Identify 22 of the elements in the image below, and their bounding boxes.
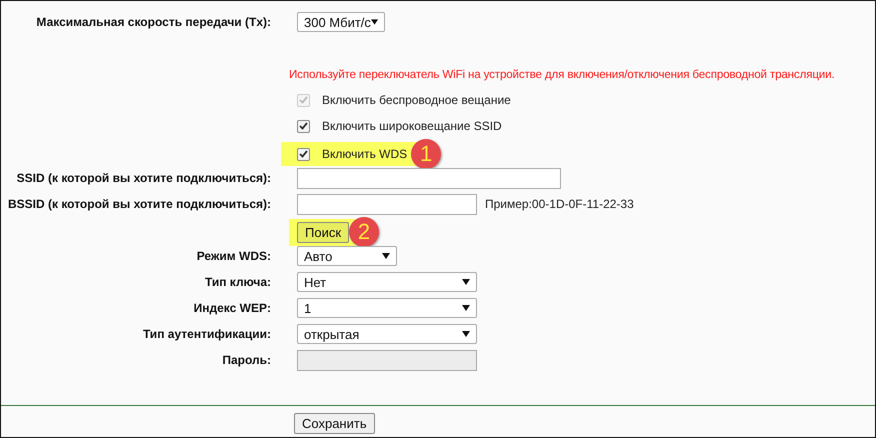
dropdown[interactable]: 1	[297, 298, 477, 318]
dropdown[interactable]: 300 Мбит/с	[297, 12, 385, 32]
field-label: Максимальная скорость передачи (Tx):	[35, 15, 271, 29]
checkbox-label: Включить беспроводное вещание	[322, 93, 511, 107]
dropdown[interactable]: открытая	[297, 324, 477, 344]
checkbox-label: Включить WDS	[322, 147, 408, 161]
field-label: Пароль:	[221, 353, 271, 367]
field-label: Тип ключа:	[204, 275, 271, 289]
step-badge: 2	[349, 217, 380, 247]
field-label: Индекс WEP:	[192, 301, 271, 315]
search-button[interactable]: Поиск	[297, 222, 350, 242]
step-badge: 1	[411, 139, 442, 169]
warning-text: Используйте переключатель WiFi на устройстве для включения/отключения беспроводной трансляции.	[289, 68, 836, 80]
save-button[interactable]: Сохранить	[294, 413, 375, 434]
field-label: Тип аутентификации:	[142, 327, 271, 341]
field-label: Режим WDS:	[196, 249, 271, 263]
dropdown[interactable]: Нет	[297, 272, 477, 292]
field-label: BSSID (к которой вы хотите подключиться):	[6, 197, 271, 211]
checkbox-label: Включить широковещание SSID	[322, 119, 502, 133]
field-label: SSID (к которой вы хотите подключиться):	[16, 171, 271, 185]
hint-text: Пример:00-1D-0F-11-22-33	[485, 197, 634, 211]
dropdown[interactable]: Авто	[297, 246, 397, 266]
